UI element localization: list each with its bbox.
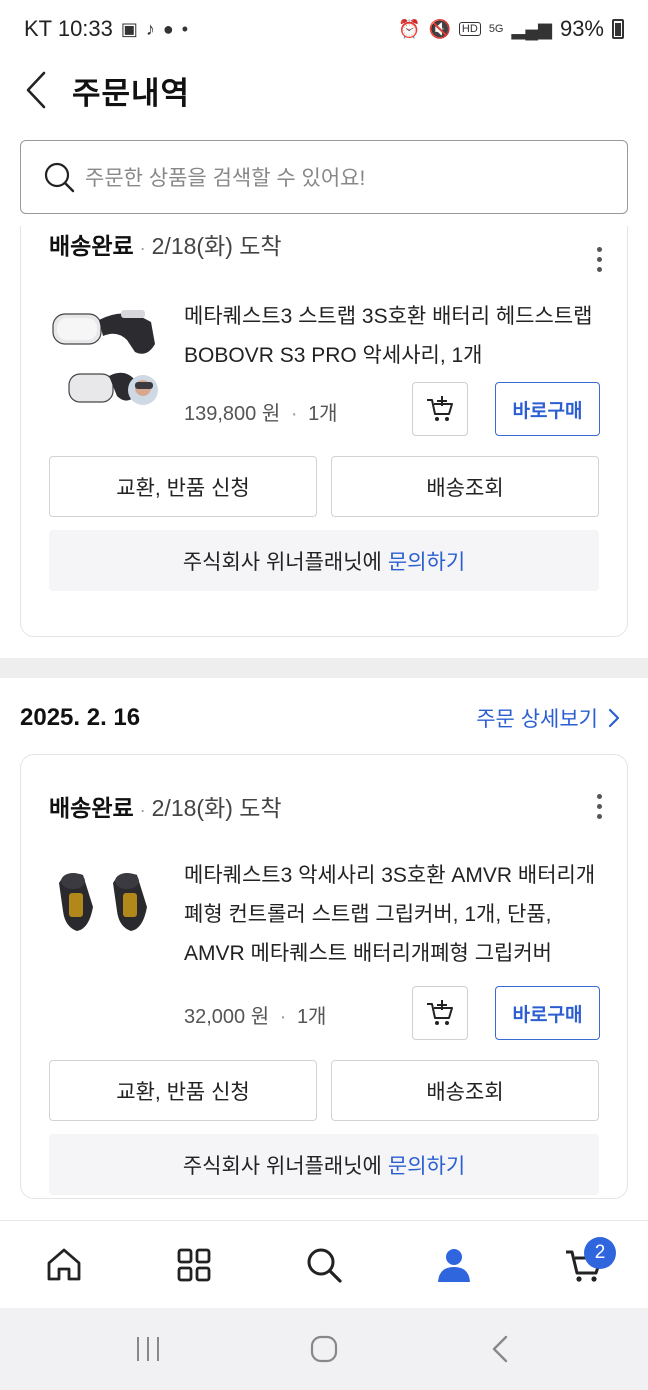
order-list[interactable]: 배송완료 · 2/18(화) 도착 메타퀘스트3 스트랩 3S호환 배터리 헤드…	[0, 226, 648, 1220]
band-notification-icon: ●	[162, 18, 174, 39]
add-to-cart-button[interactable]	[412, 382, 468, 436]
back-button[interactable]	[0, 58, 72, 122]
quantity: 1개	[308, 403, 338, 425]
price: 139,800 원	[184, 403, 281, 425]
inquiry-link[interactable]: 문의하기	[388, 546, 465, 576]
seller-name: 주식회사 위너플래닛에	[182, 550, 382, 574]
track-delivery-button[interactable]: 배송조회	[331, 456, 599, 517]
mute-icon: 🔇	[428, 18, 451, 39]
user-icon	[438, 1248, 470, 1282]
page-title: 주문내역	[72, 75, 191, 111]
search-input[interactable]: 주문한 상품을 검색할 수 있어요!	[20, 140, 628, 214]
alarm-icon: ⏰	[398, 18, 421, 39]
carrier-time: KT 10:33	[24, 16, 113, 41]
search-icon	[44, 162, 75, 193]
tiktok-notification-icon: ♪	[145, 18, 155, 39]
header: 주문내역	[0, 58, 648, 122]
delivery-status: 배송완료 · 2/18(화) 도착	[49, 227, 282, 261]
chevron-right-icon	[608, 708, 620, 728]
battery-percent: 93%	[559, 16, 604, 41]
product-name[interactable]: 메타퀘스트3 악세사리 3S호환 AMVR 배터리개폐형 컨트롤러 스트랩 그립…	[184, 856, 604, 973]
seller-inquiry: 주식회사 위너플래닛에 문의하기	[49, 1134, 599, 1195]
quantity: 1개	[296, 1006, 327, 1028]
section-divider	[0, 658, 648, 678]
price-line: 139,800 원 · 1개	[184, 403, 338, 425]
recent-apps-button[interactable]	[118, 1324, 178, 1374]
nav-cart[interactable]: 2	[552, 1233, 616, 1297]
gallery-notification-icon: ▣	[120, 18, 138, 39]
more-options-icon[interactable]	[585, 786, 613, 826]
buy-now-button[interactable]: 바로구매	[495, 382, 600, 436]
home-icon	[47, 1248, 81, 1280]
chevron-left-icon	[26, 71, 46, 109]
order-card: 배송완료 · 2/18(화) 도착 메타퀘스트3 악세사리 3S호환 AMVR …	[20, 754, 628, 1199]
order-card: 배송완료 · 2/18(화) 도착 메타퀘스트3 스트랩 3S호환 배터리 헤드…	[20, 226, 628, 637]
product-thumbnail[interactable]	[47, 300, 163, 416]
add-to-cart-button[interactable]	[412, 986, 468, 1040]
search-icon	[307, 1248, 342, 1283]
order-date-row: 2025. 2. 16 주문 상세보기	[20, 703, 620, 733]
home-circle-icon	[310, 1335, 338, 1363]
cart-plus-icon	[427, 396, 453, 421]
track-delivery-button[interactable]: 배송조회	[331, 1060, 599, 1121]
arrival-date: 2/18(화) 도착	[151, 233, 282, 259]
back-system-button[interactable]	[470, 1324, 530, 1374]
system-nav	[0, 1308, 648, 1390]
category-icon	[177, 1248, 211, 1281]
status-bar: KT 10:33 ▣ ♪ ● • ⏰ 🔇 HD 5G ▂▄▆ 93%	[0, 0, 648, 58]
search-placeholder: 주문한 상품을 검색할 수 있어요!	[85, 167, 366, 190]
return-exchange-button[interactable]: 교환, 반품 신청	[49, 456, 317, 517]
price-line: 32,000 원 · 1개	[184, 1006, 327, 1028]
inquiry-link[interactable]: 문의하기	[388, 1150, 465, 1180]
home-system-button[interactable]	[294, 1324, 354, 1374]
delivery-status: 배송완료 · 2/18(화) 도착	[49, 789, 282, 823]
nav-search[interactable]	[292, 1233, 356, 1297]
nav-home[interactable]	[32, 1233, 96, 1297]
seller-name: 주식회사 위너플래닛에	[182, 1154, 382, 1178]
order-detail-label: 주문 상세보기	[476, 708, 598, 731]
price: 32,000 원	[184, 1006, 270, 1028]
seller-inquiry: 주식회사 위너플래닛에 문의하기	[49, 530, 599, 591]
nav-my-page[interactable]	[422, 1233, 486, 1297]
product-thumbnail[interactable]	[47, 853, 163, 969]
back-arrow-icon	[492, 1335, 508, 1363]
delivery-status-label: 배송완료	[49, 795, 134, 821]
bottom-nav: 2	[0, 1220, 648, 1308]
signal-icon: ▂▄▆	[511, 18, 552, 39]
return-exchange-button[interactable]: 교환, 반품 신청	[49, 1060, 317, 1121]
recent-apps-icon	[137, 1337, 159, 1361]
arrival-date: 2/18(화) 도착	[151, 795, 282, 821]
order-date: 2025. 2. 16	[20, 704, 141, 731]
nav-category[interactable]	[162, 1233, 226, 1297]
more-notifications-icon: •	[181, 18, 189, 39]
product-name[interactable]: 메타퀘스트3 스트랩 3S호환 배터리 헤드스트랩 BOBOVR S3 PRO …	[184, 297, 604, 375]
buy-now-button[interactable]: 바로구매	[495, 986, 600, 1040]
network-icon: 5G	[488, 23, 504, 35]
cart-count-badge: 2	[584, 1236, 616, 1269]
battery-icon	[612, 19, 624, 39]
hd-icon: HD	[458, 22, 481, 36]
more-options-icon[interactable]	[585, 239, 613, 279]
delivery-status-label: 배송완료	[49, 233, 134, 259]
order-detail-link[interactable]: 주문 상세보기	[476, 703, 620, 733]
cart-plus-icon	[427, 1000, 453, 1025]
